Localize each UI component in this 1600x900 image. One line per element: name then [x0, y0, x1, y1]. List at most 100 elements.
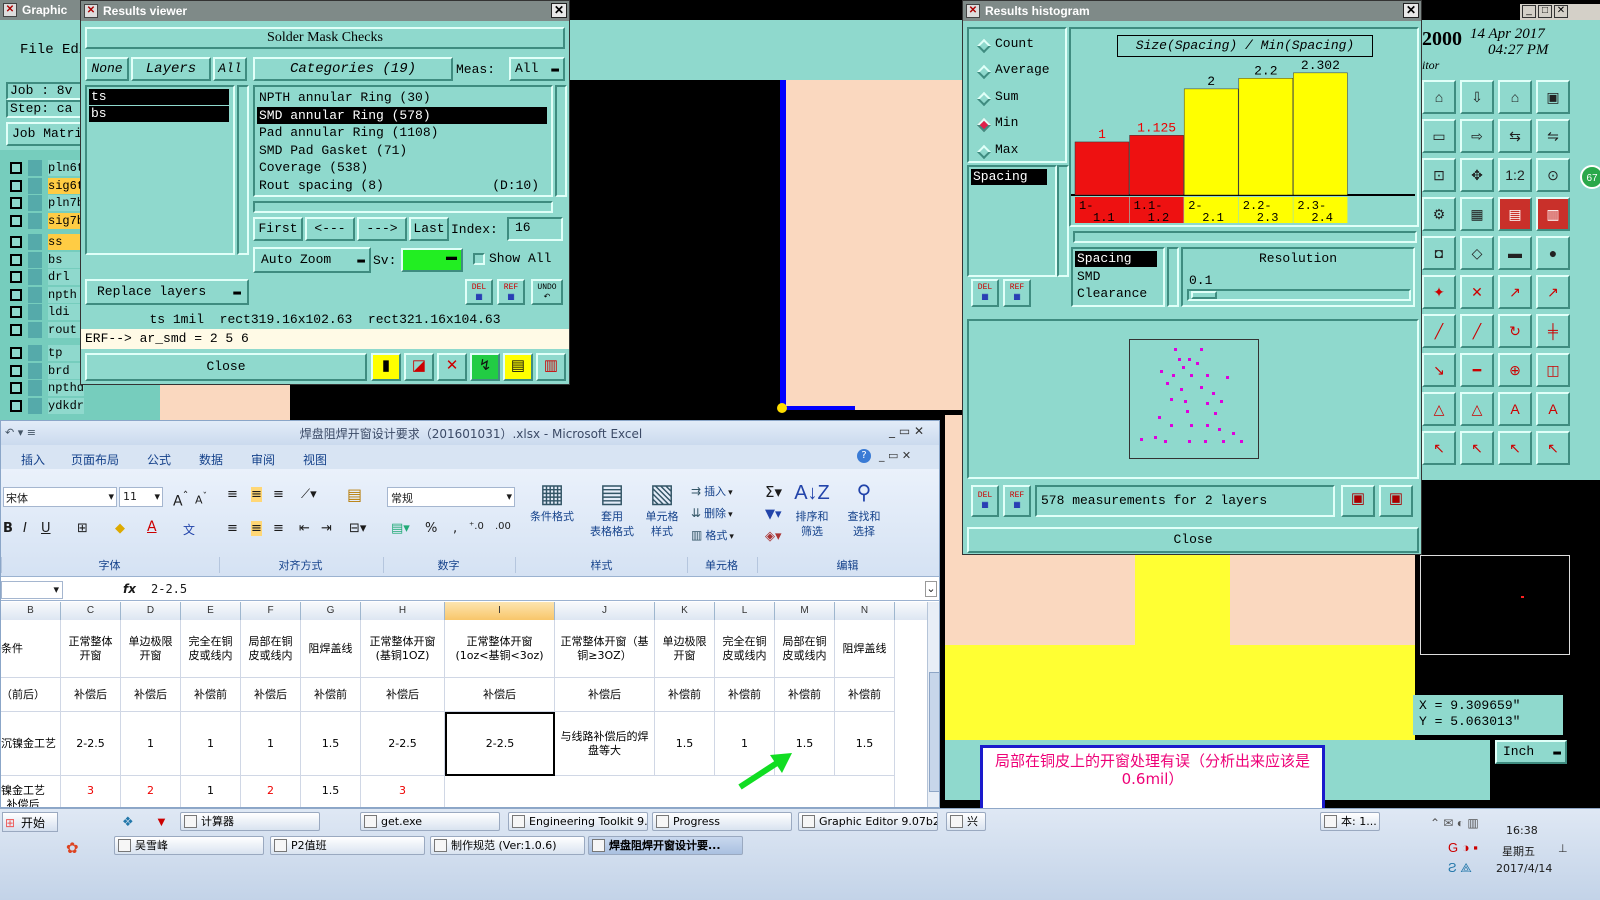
- table-cell[interactable]: 阻焊盖线: [835, 620, 895, 678]
- cell-button[interactable]: ▥ 格式 ▾: [691, 527, 751, 547]
- wrap-text-icon[interactable]: ▤: [347, 485, 362, 504]
- pdf-icon[interactable]: ▼: [155, 814, 168, 829]
- align-right-icon[interactable]: ≡: [273, 521, 284, 536]
- tool-icon[interactable]: A: [1536, 392, 1570, 426]
- histogram-bar[interactable]: [1183, 88, 1239, 196]
- tool-icon[interactable]: ⊕: [1498, 353, 1532, 387]
- table-cell[interactable]: 补偿前: [715, 678, 775, 712]
- table-cell[interactable]: 补偿后: [445, 678, 555, 712]
- layer-checkbox[interactable]: [10, 179, 22, 192]
- table-cell[interactable]: 1.5: [835, 712, 895, 776]
- radio-count[interactable]: [976, 38, 992, 54]
- tool-icon[interactable]: ✥: [1460, 158, 1494, 192]
- tool-icon[interactable]: ▬: [1498, 236, 1532, 270]
- table-cell[interactable]: 补偿前: [835, 678, 895, 712]
- parameter-list[interactable]: Spacing: [967, 165, 1057, 277]
- category-hscrollbar[interactable]: [253, 201, 553, 213]
- tool-icon[interactable]: ✕: [1460, 275, 1494, 309]
- tool-icon[interactable]: ⇋: [1536, 119, 1570, 153]
- tool-icon[interactable]: ⇆: [1498, 119, 1532, 153]
- tool-icon[interactable]: ⊙: [1536, 158, 1570, 192]
- style-button[interactable]: ▦ 条件格式: [523, 477, 581, 563]
- category-item[interactable]: SMD Pad Gasket (71): [257, 142, 547, 159]
- tool-icon[interactable]: ╱: [1460, 314, 1494, 348]
- column-header[interactable]: B: [1, 602, 61, 620]
- close-button[interactable]: Close: [85, 353, 367, 381]
- tool-icon[interactable]: ⇨: [1460, 119, 1494, 153]
- table-cell[interactable]: 阻焊盖线: [301, 620, 361, 678]
- table-cell[interactable]: 补偿后: [555, 678, 655, 712]
- table-cell[interactable]: 补偿后: [361, 678, 445, 712]
- table-cell[interactable]: 2: [121, 776, 181, 807]
- table-cell[interactable]: 补偿后: [121, 678, 181, 712]
- table-cell[interactable]: 补偿后: [241, 678, 301, 712]
- underline-icon[interactable]: U: [41, 521, 51, 536]
- layer-row[interactable]: ydkdrl: [6, 397, 126, 414]
- table-cell[interactable]: 1.5: [301, 776, 361, 807]
- tool-icon[interactable]: ╪: [1536, 314, 1570, 348]
- histogram-close-button[interactable]: Close: [967, 527, 1419, 553]
- table-cell[interactable]: 2-2.5: [361, 712, 445, 776]
- hist-del-button[interactable]: DEL ▦: [971, 279, 999, 307]
- measure-type-list[interactable]: Spacing SMD Clearance: [1071, 247, 1165, 307]
- layer-checkbox[interactable]: [10, 197, 22, 209]
- merge-icon[interactable]: ⊟▾: [349, 521, 366, 536]
- layer-checkbox[interactable]: [10, 162, 22, 174]
- currency-icon[interactable]: ▤▾: [391, 521, 410, 536]
- meas-select[interactable]: All ▬: [509, 57, 565, 81]
- tool-icon[interactable]: ⊡: [1422, 158, 1456, 192]
- decrease-decimal-icon[interactable]: .00: [495, 521, 511, 532]
- tool-icon[interactable]: ⚙: [1422, 197, 1456, 231]
- show-desktop-icon[interactable]: ⊥: [1558, 842, 1568, 855]
- table-cell[interactable]: 单边极限 开窗: [655, 620, 715, 678]
- preview-ref-button[interactable]: REF ▦: [1003, 485, 1031, 517]
- categories-button[interactable]: Categories (19): [253, 57, 453, 81]
- fx-icon[interactable]: fx: [123, 582, 136, 596]
- result-layer-item[interactable]: ts: [89, 89, 229, 105]
- fill-icon[interactable]: ▼▾: [765, 507, 782, 522]
- tool-icon[interactable]: ↘: [1422, 353, 1456, 387]
- tool-icon[interactable]: ◇: [1460, 236, 1494, 270]
- minimize-icon[interactable]: _: [1522, 5, 1536, 18]
- table-cell[interactable]: 1: [181, 712, 241, 776]
- layer-scrollbar[interactable]: [237, 85, 249, 255]
- help-icon[interactable]: ?: [857, 449, 871, 463]
- layer-checkbox[interactable]: [10, 253, 22, 266]
- layer-checkbox[interactable]: [10, 399, 22, 412]
- layer-checkbox[interactable]: [10, 288, 22, 301]
- orientation-icon[interactable]: ⟋▾: [301, 487, 317, 502]
- table-cell[interactable]: 3: [61, 776, 121, 807]
- autosum-icon[interactable]: Σ▾: [765, 483, 782, 501]
- tool-icon[interactable]: ✦: [1422, 275, 1456, 309]
- zoom-in-result-button[interactable]: ▣: [1341, 485, 1375, 517]
- category-item[interactable]: NPTH annular Ring (30): [257, 89, 547, 106]
- taskbar-button[interactable]: Engineering Toolkit 9....: [508, 812, 648, 831]
- table-cell[interactable]: 2-2.5: [61, 712, 121, 776]
- preview-del-button[interactable]: DEL ▦: [971, 485, 999, 517]
- none-button[interactable]: None: [85, 57, 129, 81]
- tool-icon[interactable]: ◘: [1422, 236, 1456, 270]
- close-icon[interactable]: ✕: [1554, 5, 1568, 18]
- table-cell[interactable]: 补偿前: [301, 678, 361, 712]
- tool-icon[interactable]: △: [1460, 392, 1494, 426]
- indent-increase-icon[interactable]: ⇥: [321, 521, 332, 536]
- number-format-combo[interactable]: 常规 ▾: [387, 487, 515, 507]
- expand-formula-icon[interactable]: ⌄: [925, 581, 937, 597]
- layer-checkbox[interactable]: [10, 214, 22, 227]
- all-layers-button[interactable]: All: [213, 57, 247, 81]
- tool-icon[interactable]: A: [1498, 392, 1532, 426]
- taskbar-button[interactable]: P2值班: [270, 836, 425, 855]
- category-item[interactable]: Rout spacing (8) (D:10): [257, 177, 547, 194]
- next-button[interactable]: --->: [357, 217, 407, 241]
- tool-icon[interactable]: ▤: [1498, 197, 1532, 231]
- category-item[interactable]: SMD annular Ring (578): [257, 106, 547, 124]
- del-button[interactable]: DEL ▦: [465, 279, 493, 305]
- zoom-out-result-button[interactable]: ▣: [1379, 485, 1413, 517]
- table-cell[interactable]: 沉镍金工艺: [1, 712, 61, 776]
- layer-results-list[interactable]: ts bs: [85, 85, 235, 255]
- layer-checkbox[interactable]: [10, 323, 22, 336]
- increase-decimal-icon[interactable]: ⁺.0: [469, 521, 484, 532]
- tray-icons-2[interactable]: G ◑ ▪: [1448, 840, 1478, 855]
- maximize-icon[interactable]: □: [1538, 5, 1552, 18]
- histogram-bar[interactable]: [1129, 135, 1184, 196]
